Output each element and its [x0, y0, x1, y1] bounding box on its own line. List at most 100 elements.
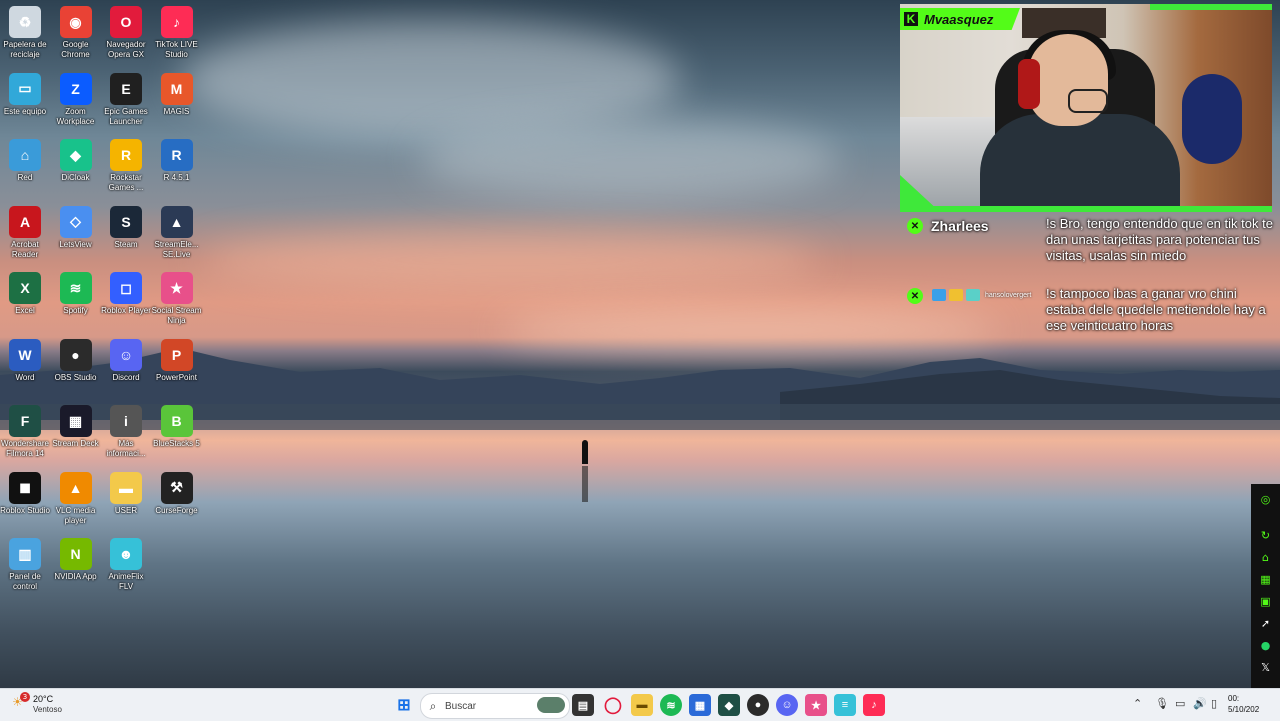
network-icon[interactable]: ▭ [1175, 697, 1185, 710]
desktop-icon[interactable]: P PowerPoint [152, 335, 202, 399]
desktop-icon[interactable]: ☺ Discord [101, 335, 151, 399]
taskbar-opera-icon[interactable]: ◯ [602, 694, 624, 716]
chevron-up-icon[interactable]: ⌃ [1133, 697, 1142, 710]
sidebar-logo-icon[interactable]: ◎ [1251, 488, 1280, 510]
desktop-icon[interactable]: R Rockstar Games ... [101, 135, 151, 199]
acrobat-icon: A [9, 205, 41, 238]
whatsapp-icon[interactable]: ● [1251, 634, 1280, 656]
grid-icon[interactable]: ▦ [1251, 568, 1280, 590]
desktop-icon-label: Acrobat Reader [11, 239, 39, 259]
desktop-icon[interactable]: S Steam [101, 202, 151, 266]
desktop-icon[interactable]: ★ Social Stream Ninja [152, 268, 202, 332]
zoom-icon: Z [59, 72, 92, 105]
taskbar-social-stream-icon[interactable]: ★ [805, 694, 827, 716]
desktop-icon[interactable]: N NVIDIA App [51, 534, 101, 598]
taskbar: ☀ 3 20°C Ventoso ⊞ ⌕ Buscar ▤ ◯ ▬ ≋ ▦ ◆ … [0, 688, 1280, 721]
desktop-icon-label: Social Stream Ninja [151, 306, 202, 325]
desktop-icon[interactable]: i Más informaci... [101, 401, 151, 465]
desktop-icon[interactable]: ☻ AnimeFlix FLV [101, 534, 151, 598]
roblox-player-icon: ◻ [110, 272, 142, 304]
desktop-icon[interactable]: ♪ TikTok LIVE Studio [152, 2, 202, 66]
desktop-icon[interactable]: ≋ Spotify [51, 268, 101, 332]
bag-icon[interactable]: ⌂ [1251, 546, 1280, 568]
desktop-icon[interactable]: ▥ Panel de control [0, 534, 50, 598]
discord-icon: ☺ [110, 338, 142, 371]
desktop-icon[interactable]: ▲ VLC media player [51, 468, 101, 532]
battery-icon[interactable]: ▯ [1211, 697, 1217, 710]
desktop-icon[interactable]: M MAGIS [152, 69, 202, 133]
cam-frame-corner [1150, 4, 1272, 10]
desktop-icon-label: DiCloak [61, 173, 90, 182]
desktop-icon[interactable]: X Excel [0, 268, 50, 332]
desktop-icon[interactable]: A Acrobat Reader [0, 202, 50, 266]
roblox-studio-icon: ◼ [9, 471, 41, 504]
desktop-icon[interactable]: ▲ StreamEle... SE.Live [152, 202, 202, 266]
cloud [420, 120, 840, 200]
chat-badge-icon: ✕ [907, 218, 923, 234]
desktop-icon-label: Este equipo [3, 106, 47, 116]
social-stream-icon: ★ [160, 272, 193, 304]
r-lang-icon: R [160, 139, 193, 171]
desktop-icon-label: Rockstar Games ... [108, 173, 144, 192]
chat-username: Zharlees [931, 218, 989, 234]
desktop-icon[interactable]: ◉ Google Chrome [51, 2, 101, 66]
nvidia-icon: N [59, 538, 92, 570]
taskbar-spotify-icon[interactable]: ≋ [660, 694, 682, 716]
chat-username: hansolovergert [985, 292, 1032, 299]
desktop-icon[interactable]: ♻ Papelera de reciclaje [0, 2, 50, 66]
search-icon: ⌕ [429, 698, 437, 713]
taskbar-tiktok-icon[interactable]: ♪ [863, 694, 885, 716]
desktop-icon[interactable]: ◇ LetsView [51, 202, 101, 266]
desktop-icon[interactable]: ▬ USER [101, 468, 151, 532]
desktop-icon[interactable]: B BlueStacks 5 [152, 401, 202, 465]
clock-time: 00: [1228, 694, 1240, 703]
speaker-icon[interactable]: 🔊 [1193, 697, 1207, 710]
taskbar-discord-icon[interactable]: ☺ [776, 694, 798, 716]
emote-icon [932, 289, 946, 301]
recycle-bin-icon: ♻ [9, 6, 41, 38]
desktop-icon-label: OBS Studio [54, 372, 97, 382]
refresh-icon[interactable]: ↻ [1251, 524, 1280, 546]
system-clock[interactable]: 00: 5/10/202 [1228, 693, 1259, 715]
desktop-icon[interactable]: W Word [0, 335, 50, 399]
dicloak-icon: ◆ [59, 139, 92, 171]
task-view-icon[interactable]: ▤ [572, 694, 594, 716]
m-icon[interactable]: ▣ [1251, 590, 1280, 612]
arrow-icon[interactable]: ➚ [1251, 612, 1280, 634]
steam-icon: S [110, 205, 142, 238]
desktop-icon[interactable]: ◻ Roblox Player [101, 268, 151, 332]
emote-icon [949, 289, 963, 301]
desktop-icon[interactable]: Z Zoom Workplace [51, 69, 101, 133]
desktop-icon[interactable]: F Wondershare Filmora 14 [0, 401, 50, 465]
search-box[interactable]: ⌕ Buscar [420, 693, 570, 719]
microphone-icon[interactable]: 🎙 [1155, 697, 1169, 710]
windows-start-icon[interactable]: ⊞ [393, 694, 415, 716]
desktop-icon[interactable]: ● OBS Studio [51, 335, 101, 399]
desktop-icon[interactable]: ◼ Roblox Studio [0, 468, 50, 532]
letsview-icon: ◇ [59, 205, 92, 238]
desktop-icon-label: Epic Games Launcher [104, 106, 148, 126]
desktop-icon-label: Google Chrome [61, 40, 90, 59]
desktop-icon[interactable]: O Navegador Opera GX [101, 2, 151, 66]
desktop-icon[interactable]: ◆ DiCloak [51, 135, 101, 199]
taskbar-store-icon[interactable]: ▦ [689, 694, 711, 716]
desktop-icon[interactable]: ⚒ CurseForge [152, 468, 202, 532]
taskbar-filmora-icon[interactable]: ◆ [718, 694, 740, 716]
kick-logo-icon: K [904, 12, 918, 26]
streamelements-icon: ▲ [160, 205, 193, 238]
taskbar-notepad-icon[interactable]: ≡ [834, 694, 856, 716]
desktop-icon[interactable]: R R 4.5.1 [152, 135, 202, 199]
desktop-icon[interactable]: ⌂ Red [0, 135, 50, 199]
weather-widget[interactable]: ☀ 3 [12, 692, 30, 711]
x-icon[interactable]: 𝕏 [1251, 656, 1280, 678]
desktop-icon-label: R 4.5.1 [163, 173, 190, 182]
curseforge-icon: ⚒ [160, 471, 193, 504]
folder-icon: ▬ [110, 471, 142, 504]
taskbar-obs-icon[interactable]: ● [747, 694, 769, 716]
desktop-icon[interactable]: ▭ Este equipo [0, 69, 50, 133]
person-silhouette [582, 440, 588, 464]
opera-gx-icon: O [110, 6, 142, 38]
desktop-icon[interactable]: ▦ Stream Deck [51, 401, 101, 465]
taskbar-explorer-icon[interactable]: ▬ [631, 694, 653, 716]
desktop-icon[interactable]: E Epic Games Launcher [101, 69, 151, 133]
